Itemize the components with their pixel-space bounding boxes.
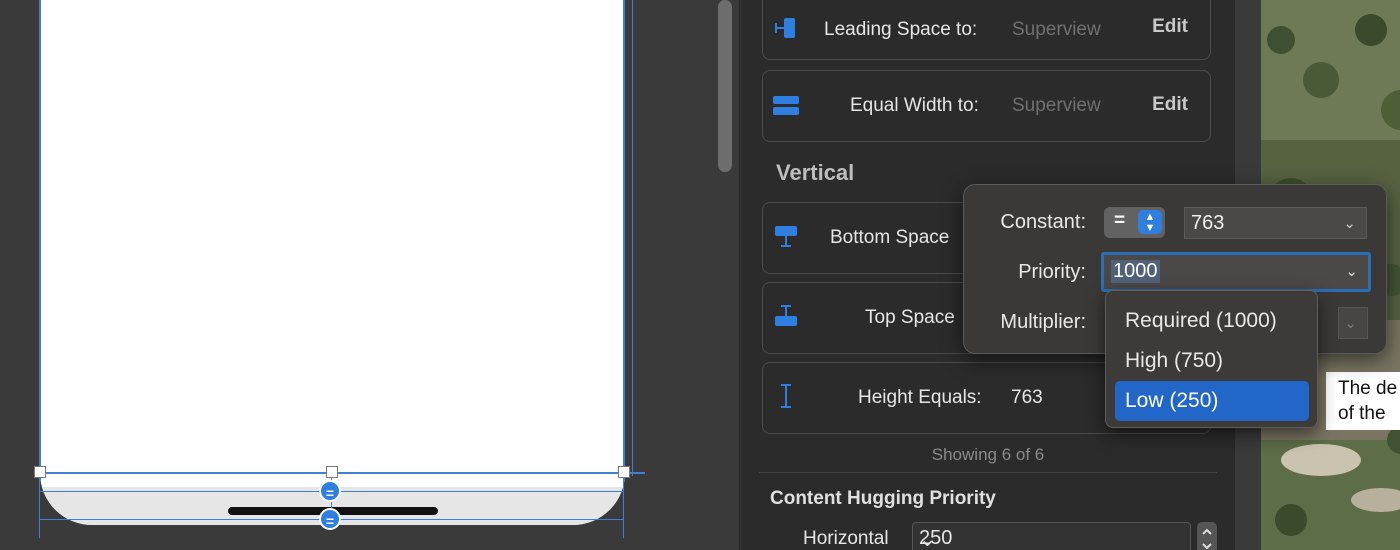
constant-value: 763: [1191, 212, 1225, 234]
priority-field[interactable]: 1000 ⌄: [1101, 252, 1371, 292]
top-space-icon: [775, 305, 797, 326]
menu-item-required[interactable]: Required (1000): [1115, 301, 1309, 341]
menu-item-low[interactable]: Low (250): [1115, 381, 1309, 421]
chevron-down-icon: ⌄: [1345, 263, 1358, 280]
multiplier-field[interactable]: ⌄: [1338, 307, 1368, 339]
leading-space-label: Leading Space to:: [824, 19, 978, 40]
equal-width-badge[interactable]: =: [319, 480, 341, 502]
leading-edge-line: [39, 0, 41, 480]
constraint-row-leading-space[interactable]: Leading Space to: Superview Edit: [762, 0, 1211, 60]
device-view[interactable]: [40, 0, 625, 525]
content-hugging-title: Content Hugging Priority: [770, 488, 996, 509]
stepper-arrows-icon: [1202, 528, 1212, 550]
resize-handle-bottom-right[interactable]: [618, 466, 630, 478]
constant-label: Constant:: [1000, 211, 1086, 233]
priority-value: 1000: [1111, 260, 1160, 283]
equal-width-target: Superview: [1012, 95, 1101, 116]
bottom-space-icon: [775, 226, 797, 247]
priority-label: Priority:: [1018, 261, 1086, 283]
chevron-down-icon: ⌄: [919, 529, 936, 550]
height-equals-value: 763: [1011, 387, 1043, 408]
chevron-down-icon: ⌄: [1344, 315, 1357, 332]
section-divider: [759, 472, 1217, 473]
equal-width-badge-secondary[interactable]: =: [319, 508, 341, 530]
constraint-row-equal-width[interactable]: Equal Width to: Superview Edit: [762, 70, 1211, 142]
up-down-arrows-icon: ▲ ▼: [1138, 210, 1162, 234]
constraints-count: Showing 6 of 6: [931, 445, 1045, 464]
resize-handle-bottom-left[interactable]: [34, 466, 46, 478]
menu-item-high[interactable]: High (750): [1115, 341, 1309, 381]
bracket-right: [623, 478, 624, 538]
height-equals-label: Height Equals:: [858, 387, 982, 408]
resize-handle-bottom-center[interactable]: [326, 466, 338, 478]
canvas-scrollbar-thumb[interactable]: [718, 0, 732, 172]
horizontal-label: Horizontal: [803, 528, 889, 549]
priority-menu: Required (1000) High (750) Low (250): [1105, 290, 1318, 428]
horizontal-hugging-field[interactable]: 250 ⌄: [912, 522, 1191, 550]
equal-width-icon: [773, 96, 799, 115]
equal-width-edit-button[interactable]: Edit: [1152, 79, 1188, 131]
bottom-space-label: Bottom Space: [830, 227, 950, 248]
tooltip: The de of the: [1326, 372, 1400, 430]
bracket-left: [39, 478, 40, 538]
horizontal-hugging-stepper[interactable]: [1197, 522, 1217, 550]
relation-popup[interactable]: = ▲ ▼: [1104, 207, 1165, 238]
constant-field[interactable]: 763 ⌄: [1184, 207, 1367, 239]
chevron-down-icon: ⌄: [1343, 215, 1356, 232]
height-icon: [781, 384, 791, 408]
leading-space-edit-button[interactable]: Edit: [1152, 1, 1188, 53]
tooltip-line-2: of the: [1338, 403, 1386, 424]
equal-width-label: Equal Width to:: [850, 95, 979, 116]
leading-space-icon: [775, 18, 795, 38]
superview-trailing-line: [632, 0, 633, 476]
leading-space-target: Superview: [1012, 19, 1101, 40]
vertical-section-title: Vertical: [776, 160, 855, 185]
top-space-label: Top Space: [865, 307, 955, 328]
multiplier-label: Multiplier:: [1000, 311, 1086, 333]
selection-bottom-line: [39, 472, 645, 474]
relation-value: =: [1114, 210, 1126, 231]
tooltip-line-1: The de: [1338, 378, 1398, 399]
storyboard-canvas[interactable]: = =: [0, 0, 710, 550]
trailing-edge-line: [623, 0, 625, 480]
